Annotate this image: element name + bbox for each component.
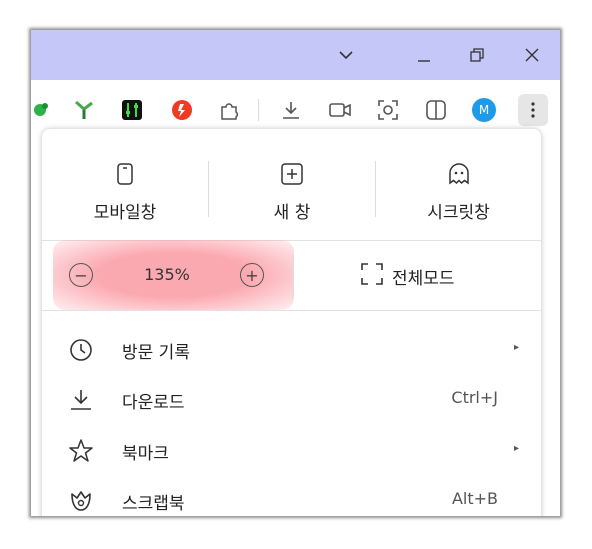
main-menu: 모바일창 새 창 시크릿창 − 135% + 전체모드 방문 기록 ▸ 다운로드…: [42, 129, 541, 516]
extension-equalizer-icon[interactable]: [119, 97, 145, 123]
screen-capture-icon[interactable]: [375, 97, 401, 123]
download-toolbar-icon[interactable]: [278, 97, 304, 123]
secret-window-button[interactable]: 시크릿창: [376, 129, 541, 239]
fullscreen-label: 전체모드: [392, 268, 455, 289]
zoom-level: 135%: [144, 265, 190, 284]
close-button[interactable]: [519, 42, 545, 68]
zoom-out-button[interactable]: −: [69, 263, 93, 287]
star-icon: [68, 438, 94, 464]
title-bar: [31, 30, 560, 80]
submenu-arrow-icon: ▸: [513, 443, 519, 454]
zoom-in-button[interactable]: +: [240, 263, 264, 287]
menu-item-bookmarks[interactable]: 북마크 ▸: [42, 426, 541, 476]
sidebar-toggle-icon[interactable]: [423, 97, 449, 123]
menu-item-label: 스크랩북: [122, 494, 185, 514]
menu-divider: [42, 310, 541, 311]
menu-item-label: 북마크: [122, 444, 169, 464]
fullscreen-icon: [360, 262, 384, 290]
menu-item-downloads[interactable]: 다운로드 Ctrl+J: [42, 375, 541, 425]
main-menu-button[interactable]: [518, 94, 548, 126]
menu-item-label: 방문 기록: [122, 343, 190, 363]
new-window-button[interactable]: 새 창: [209, 129, 375, 239]
secret-window-icon: [447, 162, 471, 188]
mobile-window-icon: [115, 162, 135, 188]
restore-button[interactable]: [464, 42, 490, 68]
secret-window-label: 시크릿창: [427, 203, 490, 223]
new-window-label: 새 창: [273, 203, 311, 223]
video-record-icon[interactable]: [327, 97, 353, 123]
mobile-window-button[interactable]: 모바일창: [42, 129, 208, 239]
new-window-icon: [280, 162, 304, 188]
toolbar-divider: [258, 99, 259, 121]
submenu-arrow-icon: ▸: [513, 342, 519, 353]
extension-green-icon[interactable]: [31, 97, 55, 123]
shortcut-label: Ctrl+J: [451, 388, 498, 407]
mobile-window-label: 모바일창: [93, 203, 157, 223]
scrapbook-icon: [68, 488, 94, 514]
extensions-puzzle-icon[interactable]: [216, 97, 242, 123]
browser-window: M 모바일창 새 창 시크릿창 − 135% + 전체모드 방문 기록 ▸ 다운…: [31, 30, 560, 516]
history-clock-icon: [68, 337, 94, 363]
download-icon: [68, 387, 94, 413]
shortcut-label: Alt+B: [451, 489, 498, 508]
profile-avatar[interactable]: M: [471, 97, 497, 123]
extension-red-icon[interactable]: [169, 97, 195, 123]
menu-item-scrapbook[interactable]: 스크랩북 Alt+B: [42, 476, 541, 516]
menu-item-label: 다운로드: [122, 393, 185, 413]
minimize-button[interactable]: [411, 42, 437, 68]
menu-item-history[interactable]: 방문 기록 ▸: [42, 325, 541, 375]
fullscreen-button[interactable]: 전체모드: [360, 262, 455, 290]
column-divider: [293, 255, 294, 295]
tab-list-chevron-icon[interactable]: [333, 42, 359, 68]
extension-plant-icon[interactable]: [71, 97, 97, 123]
profile-initial: M: [472, 98, 496, 122]
